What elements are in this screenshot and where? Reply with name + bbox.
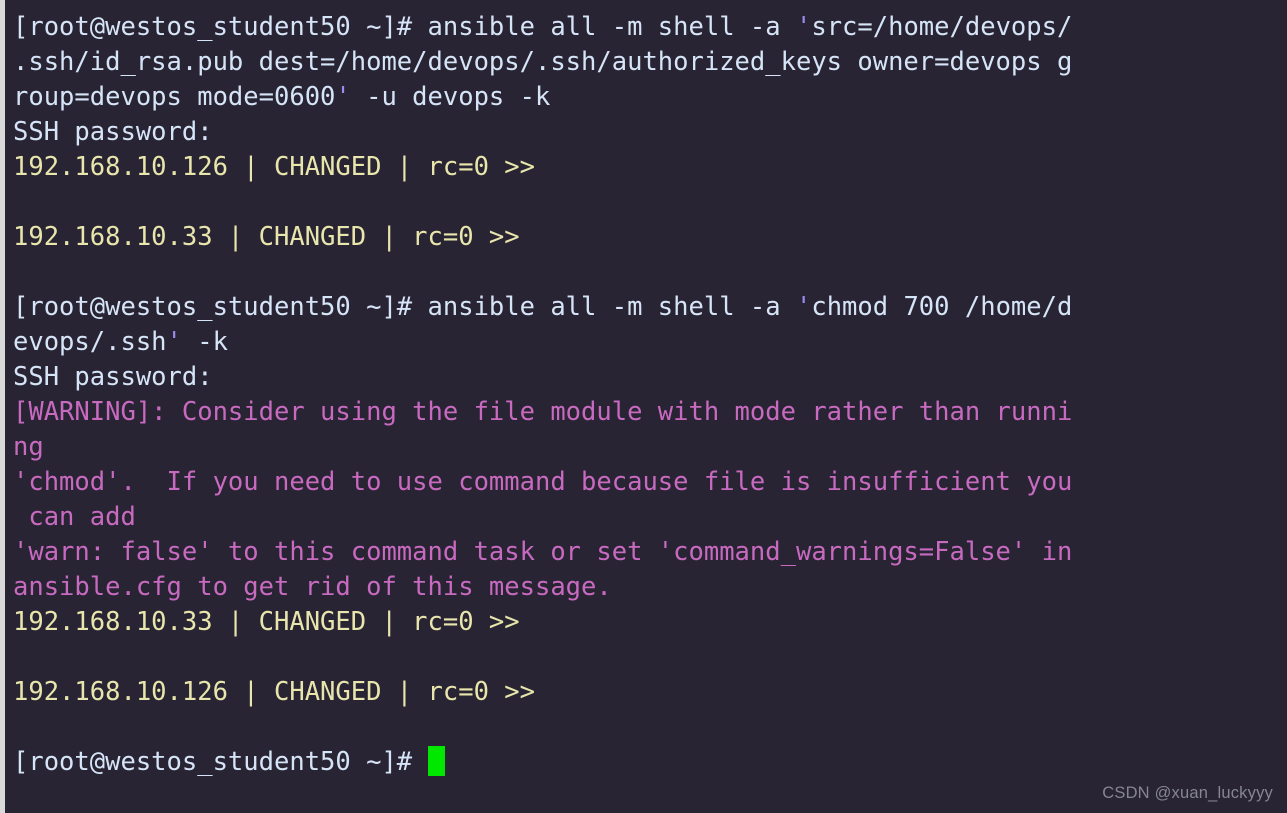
terminal-text-segment: ' xyxy=(795,292,812,322)
terminal-text-segment: ' xyxy=(795,12,812,42)
terminal-text-segment: 192.168.10.33 | CHANGED | rc=0 >> xyxy=(13,607,520,637)
terminal-line: SSH password: xyxy=(13,115,1287,150)
terminal-line: ng xyxy=(13,430,1287,465)
terminal-line: [root@westos_student50 ~]# ansible all -… xyxy=(13,290,1287,325)
terminal-text-segment: 'warn: false' to this command task or se… xyxy=(13,537,1073,567)
terminal-text-segment: [root@westos_student50 ~]# xyxy=(13,747,428,777)
terminal-line: can add xyxy=(13,500,1287,535)
terminal-line: [root@westos_student50 ~]# ansible all -… xyxy=(13,10,1287,45)
text-cursor xyxy=(427,746,445,776)
terminal-text-segment: 'chmod'. If you need to use command beca… xyxy=(13,467,1073,497)
terminal-text-segment: 192.168.10.126 | CHANGED | rc=0 >> xyxy=(13,152,535,182)
terminal-text-segment: [root@westos_student50 ~]# xyxy=(13,292,428,322)
terminal-line: 192.168.10.33 | CHANGED | rc=0 >> xyxy=(13,605,1287,640)
terminal-text-segment: ' xyxy=(166,327,182,357)
terminal-text-segment: ansible all -m shell -a xyxy=(427,12,796,42)
terminal-text-segment: evops/.ssh xyxy=(13,327,167,357)
terminal-line: evops/.ssh' -k xyxy=(13,325,1287,360)
terminal-line: [WARNING]: Consider using the file modul… xyxy=(13,395,1287,430)
terminal-window[interactable]: [root@westos_student50 ~]# ansible all -… xyxy=(0,0,1287,813)
terminal-text-segment: ansible all -m shell -a xyxy=(427,292,796,322)
terminal-line: SSH password: xyxy=(13,360,1287,395)
terminal-text-segment: can add xyxy=(13,502,136,532)
terminal-text-segment: .ssh/id_rsa.pub dest=/home/devops/.ssh/a… xyxy=(13,47,1073,77)
csdn-watermark: CSDN @xuan_luckyyy xyxy=(1102,784,1273,802)
terminal-line: .ssh/id_rsa.pub dest=/home/devops/.ssh/a… xyxy=(13,45,1287,80)
terminal-line: 'chmod'. If you need to use command beca… xyxy=(13,465,1287,500)
terminal-text-segment: ng xyxy=(13,432,44,462)
terminal-text-segment: -u devops -k xyxy=(350,82,551,112)
terminal-text-segment: 192.168.10.126 | CHANGED | rc=0 >> xyxy=(13,677,535,707)
terminal-line: 192.168.10.33 | CHANGED | rc=0 >> xyxy=(13,220,1287,255)
terminal-text-segment: [root@westos_student50 ~]# xyxy=(13,12,428,42)
terminal-text-segment: ansible.cfg to get rid of this message. xyxy=(13,572,612,602)
terminal-text-segment: SSH password: xyxy=(13,362,213,392)
terminal-text-segment: -k xyxy=(181,327,228,357)
terminal-text-segment: chmod 700 /home/d xyxy=(811,292,1073,322)
terminal-line: ansible.cfg to get rid of this message. xyxy=(13,570,1287,605)
terminal-text-segment: SSH password: xyxy=(13,117,213,147)
terminal-text-segment: 192.168.10.33 | CHANGED | rc=0 >> xyxy=(13,222,520,252)
terminal-line: roup=devops mode=0600' -u devops -k xyxy=(13,80,1287,115)
terminal-text-segment: [WARNING]: Consider using the file modul… xyxy=(13,397,1073,427)
terminal-screen[interactable]: [root@westos_student50 ~]# ansible all -… xyxy=(5,0,1287,813)
terminal-line: 192.168.10.126 | CHANGED | rc=0 >> xyxy=(13,150,1287,185)
terminal-line: 'warn: false' to this command task or se… xyxy=(13,535,1287,570)
terminal-line: 192.168.10.126 | CHANGED | rc=0 >> xyxy=(13,675,1287,710)
terminal-text-segment: roup=devops mode=0600 xyxy=(13,82,336,112)
terminal-text-segment: src=/home/devops/ xyxy=(811,12,1073,42)
terminal-line: [root@westos_student50 ~]# xyxy=(13,745,1287,780)
terminal-text-segment: ' xyxy=(335,82,351,112)
